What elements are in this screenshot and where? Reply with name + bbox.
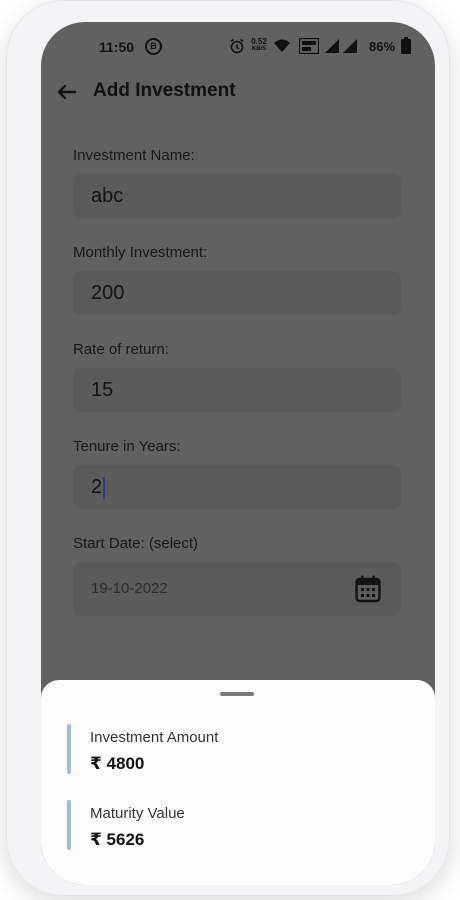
back-arrow-icon[interactable] — [53, 78, 81, 106]
net-speed-value: 0.52 — [251, 37, 267, 46]
rate-of-return-input[interactable]: 15 — [73, 368, 401, 412]
monthly-investment-input[interactable]: 200 — [73, 271, 401, 315]
app-screen: 11:50 B 0.52 KB/S 86% Add Investment Inv… — [41, 22, 435, 885]
rate-of-return-label: Rate of return: — [73, 341, 169, 358]
maturity-value-amount: ₹ 5626 — [90, 830, 145, 849]
phone-frame: 11:50 B 0.52 KB/S 86% Add Investment Inv… — [6, 0, 450, 896]
tenure-input[interactable]: 2 — [73, 465, 401, 509]
page-title: Add Investment — [93, 80, 236, 101]
net-speed: 0.52 KB/S — [249, 38, 269, 53]
status-bar: 11:50 B 0.52 KB/S 86% — [41, 22, 435, 72]
investment-name-input[interactable]: abc — [73, 174, 401, 218]
app-bar: Add Investment — [41, 72, 435, 112]
monthly-investment-label: Monthly Investment: — [73, 244, 208, 261]
start-date-value: 19-10-2022 — [91, 580, 168, 597]
tenure-label: Tenure in Years: — [73, 438, 181, 455]
notification-badge-icon: B — [145, 38, 162, 55]
signal-icon — [343, 39, 357, 53]
wifi-calling-icon — [299, 38, 319, 54]
investment-amount-value: ₹ 4800 — [90, 754, 145, 773]
net-speed-unit: KB/S — [251, 46, 267, 52]
start-date-label: Start Date: (select) — [73, 535, 199, 552]
accent-bar — [67, 724, 71, 774]
summary-bottom-sheet[interactable]: Investment Amount ₹ 4800 Maturity Value … — [41, 680, 435, 885]
alarm-icon — [230, 38, 244, 54]
battery-icon — [401, 37, 411, 54]
maturity-value-row: Maturity Value ₹ 5626 — [67, 800, 407, 852]
investment-amount-label: Investment Amount — [90, 729, 219, 746]
drag-handle[interactable] — [220, 692, 254, 696]
text-caret — [103, 476, 106, 499]
wifi-icon — [274, 39, 290, 52]
maturity-value-label: Maturity Value — [90, 805, 185, 822]
investment-amount-row: Investment Amount ₹ 4800 — [67, 724, 407, 776]
status-time: 11:50 — [99, 39, 135, 55]
signal-icon — [325, 39, 339, 53]
investment-name-label: Investment Name: — [73, 147, 195, 164]
tenure-input-value: 2 — [91, 476, 103, 498]
accent-bar — [67, 800, 71, 850]
battery-percent: 86% — [369, 39, 396, 54]
start-date-picker[interactable]: 19-10-2022 — [73, 562, 401, 616]
calendar-icon[interactable] — [355, 575, 381, 603]
